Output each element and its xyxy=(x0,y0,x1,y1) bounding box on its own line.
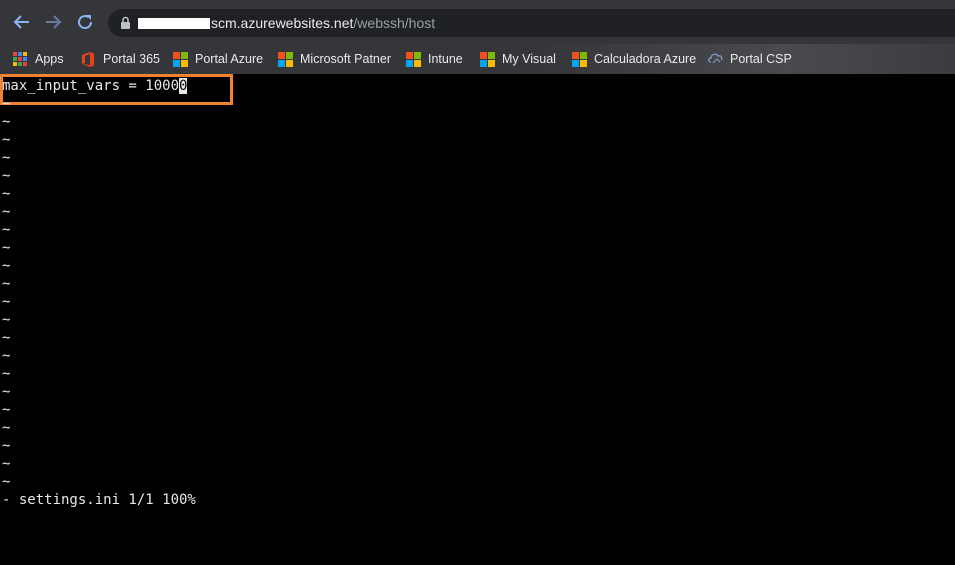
microsoft-icon xyxy=(480,52,495,67)
tilde-line: ~ xyxy=(2,348,11,364)
back-button[interactable] xyxy=(10,10,34,34)
url-path: /webssh/host xyxy=(353,15,436,31)
highlight-box xyxy=(0,74,233,105)
bookmark-label: Calculadora Azure xyxy=(594,52,697,66)
apps-grid-icon xyxy=(13,52,27,66)
tilde-line: ~ xyxy=(2,402,11,418)
bookmark-label: Intune xyxy=(428,52,463,66)
tilde-line: ~ xyxy=(2,258,11,274)
tilde-line: ~ xyxy=(2,438,11,454)
forward-button[interactable] xyxy=(41,10,65,34)
tilde-line: ~ xyxy=(2,150,11,166)
bookmarks-bar: Apps Portal 365 Portal Azure Microsoft P… xyxy=(0,44,955,74)
redacted-subdomain xyxy=(138,18,210,29)
tilde-line: ~ xyxy=(2,420,11,436)
microsoft-icon xyxy=(173,52,188,67)
bookmark-calculadora-azure[interactable]: Calculadora Azure xyxy=(572,49,696,69)
bookmark-my-visual[interactable]: My Visual xyxy=(480,49,556,69)
tilde-line: ~ xyxy=(2,222,11,238)
tilde-line: ~ xyxy=(2,366,11,382)
editor-status-line: - settings.ini 1/1 100% xyxy=(2,492,196,508)
bookmark-label: Portal CSP xyxy=(730,52,792,66)
bookmark-label: My Visual xyxy=(502,52,556,66)
bookmark-portal-azure[interactable]: Portal Azure xyxy=(173,49,263,69)
reload-button[interactable] xyxy=(73,10,97,34)
microsoft-icon xyxy=(278,52,293,67)
back-arrow-icon xyxy=(13,15,29,29)
reload-icon xyxy=(78,15,93,30)
office-icon xyxy=(81,52,95,67)
tilde-line: ~ xyxy=(2,384,11,400)
lock-icon xyxy=(121,16,130,29)
microsoft-icon xyxy=(406,52,421,67)
bookmark-label: Microsoft Patner xyxy=(300,52,392,66)
tilde-line: ~ xyxy=(2,132,11,148)
bookmark-label: Portal 365 xyxy=(103,52,160,66)
tilde-line: ~ xyxy=(2,456,11,472)
tilde-line: ~ xyxy=(2,312,11,328)
tilde-line: ~ xyxy=(2,294,11,310)
csp-icon xyxy=(708,52,723,66)
tilde-line: ~ xyxy=(2,474,11,490)
bookmark-label: Apps xyxy=(35,52,64,66)
url-text: scm.azurewebsites.net/webssh/host xyxy=(138,15,435,31)
bookmark-label: Portal Azure xyxy=(195,52,264,66)
tilde-line: ~ xyxy=(2,168,11,184)
tilde-line: ~ xyxy=(2,186,11,202)
tilde-line: ~ xyxy=(2,96,11,112)
bookmark-microsoft-patner[interactable]: Microsoft Patner xyxy=(278,49,391,69)
tilde-line: ~ xyxy=(2,204,11,220)
bookmark-apps[interactable]: Apps xyxy=(13,49,64,69)
tilde-line: ~ xyxy=(2,240,11,256)
forward-arrow-icon xyxy=(46,15,62,29)
tilde-line: ~ xyxy=(2,114,11,130)
browser-toolbar: scm.azurewebsites.net/webssh/host xyxy=(0,0,955,44)
tilde-line: ~ xyxy=(2,276,11,292)
bookmark-portal-csp[interactable]: Portal CSP xyxy=(708,49,792,69)
address-bar[interactable]: scm.azurewebsites.net/webssh/host xyxy=(108,9,955,37)
tilde-line: ~ xyxy=(2,330,11,346)
bookmark-intune[interactable]: Intune xyxy=(406,49,463,69)
bookmark-portal-365[interactable]: Portal 365 xyxy=(81,49,160,69)
ssh-terminal[interactable]: max_input_vars = 10000 ~ ~ ~ ~ ~ ~ ~ ~ ~… xyxy=(0,74,955,565)
url-domain: scm.azurewebsites.net xyxy=(211,15,354,31)
microsoft-icon xyxy=(572,52,587,67)
